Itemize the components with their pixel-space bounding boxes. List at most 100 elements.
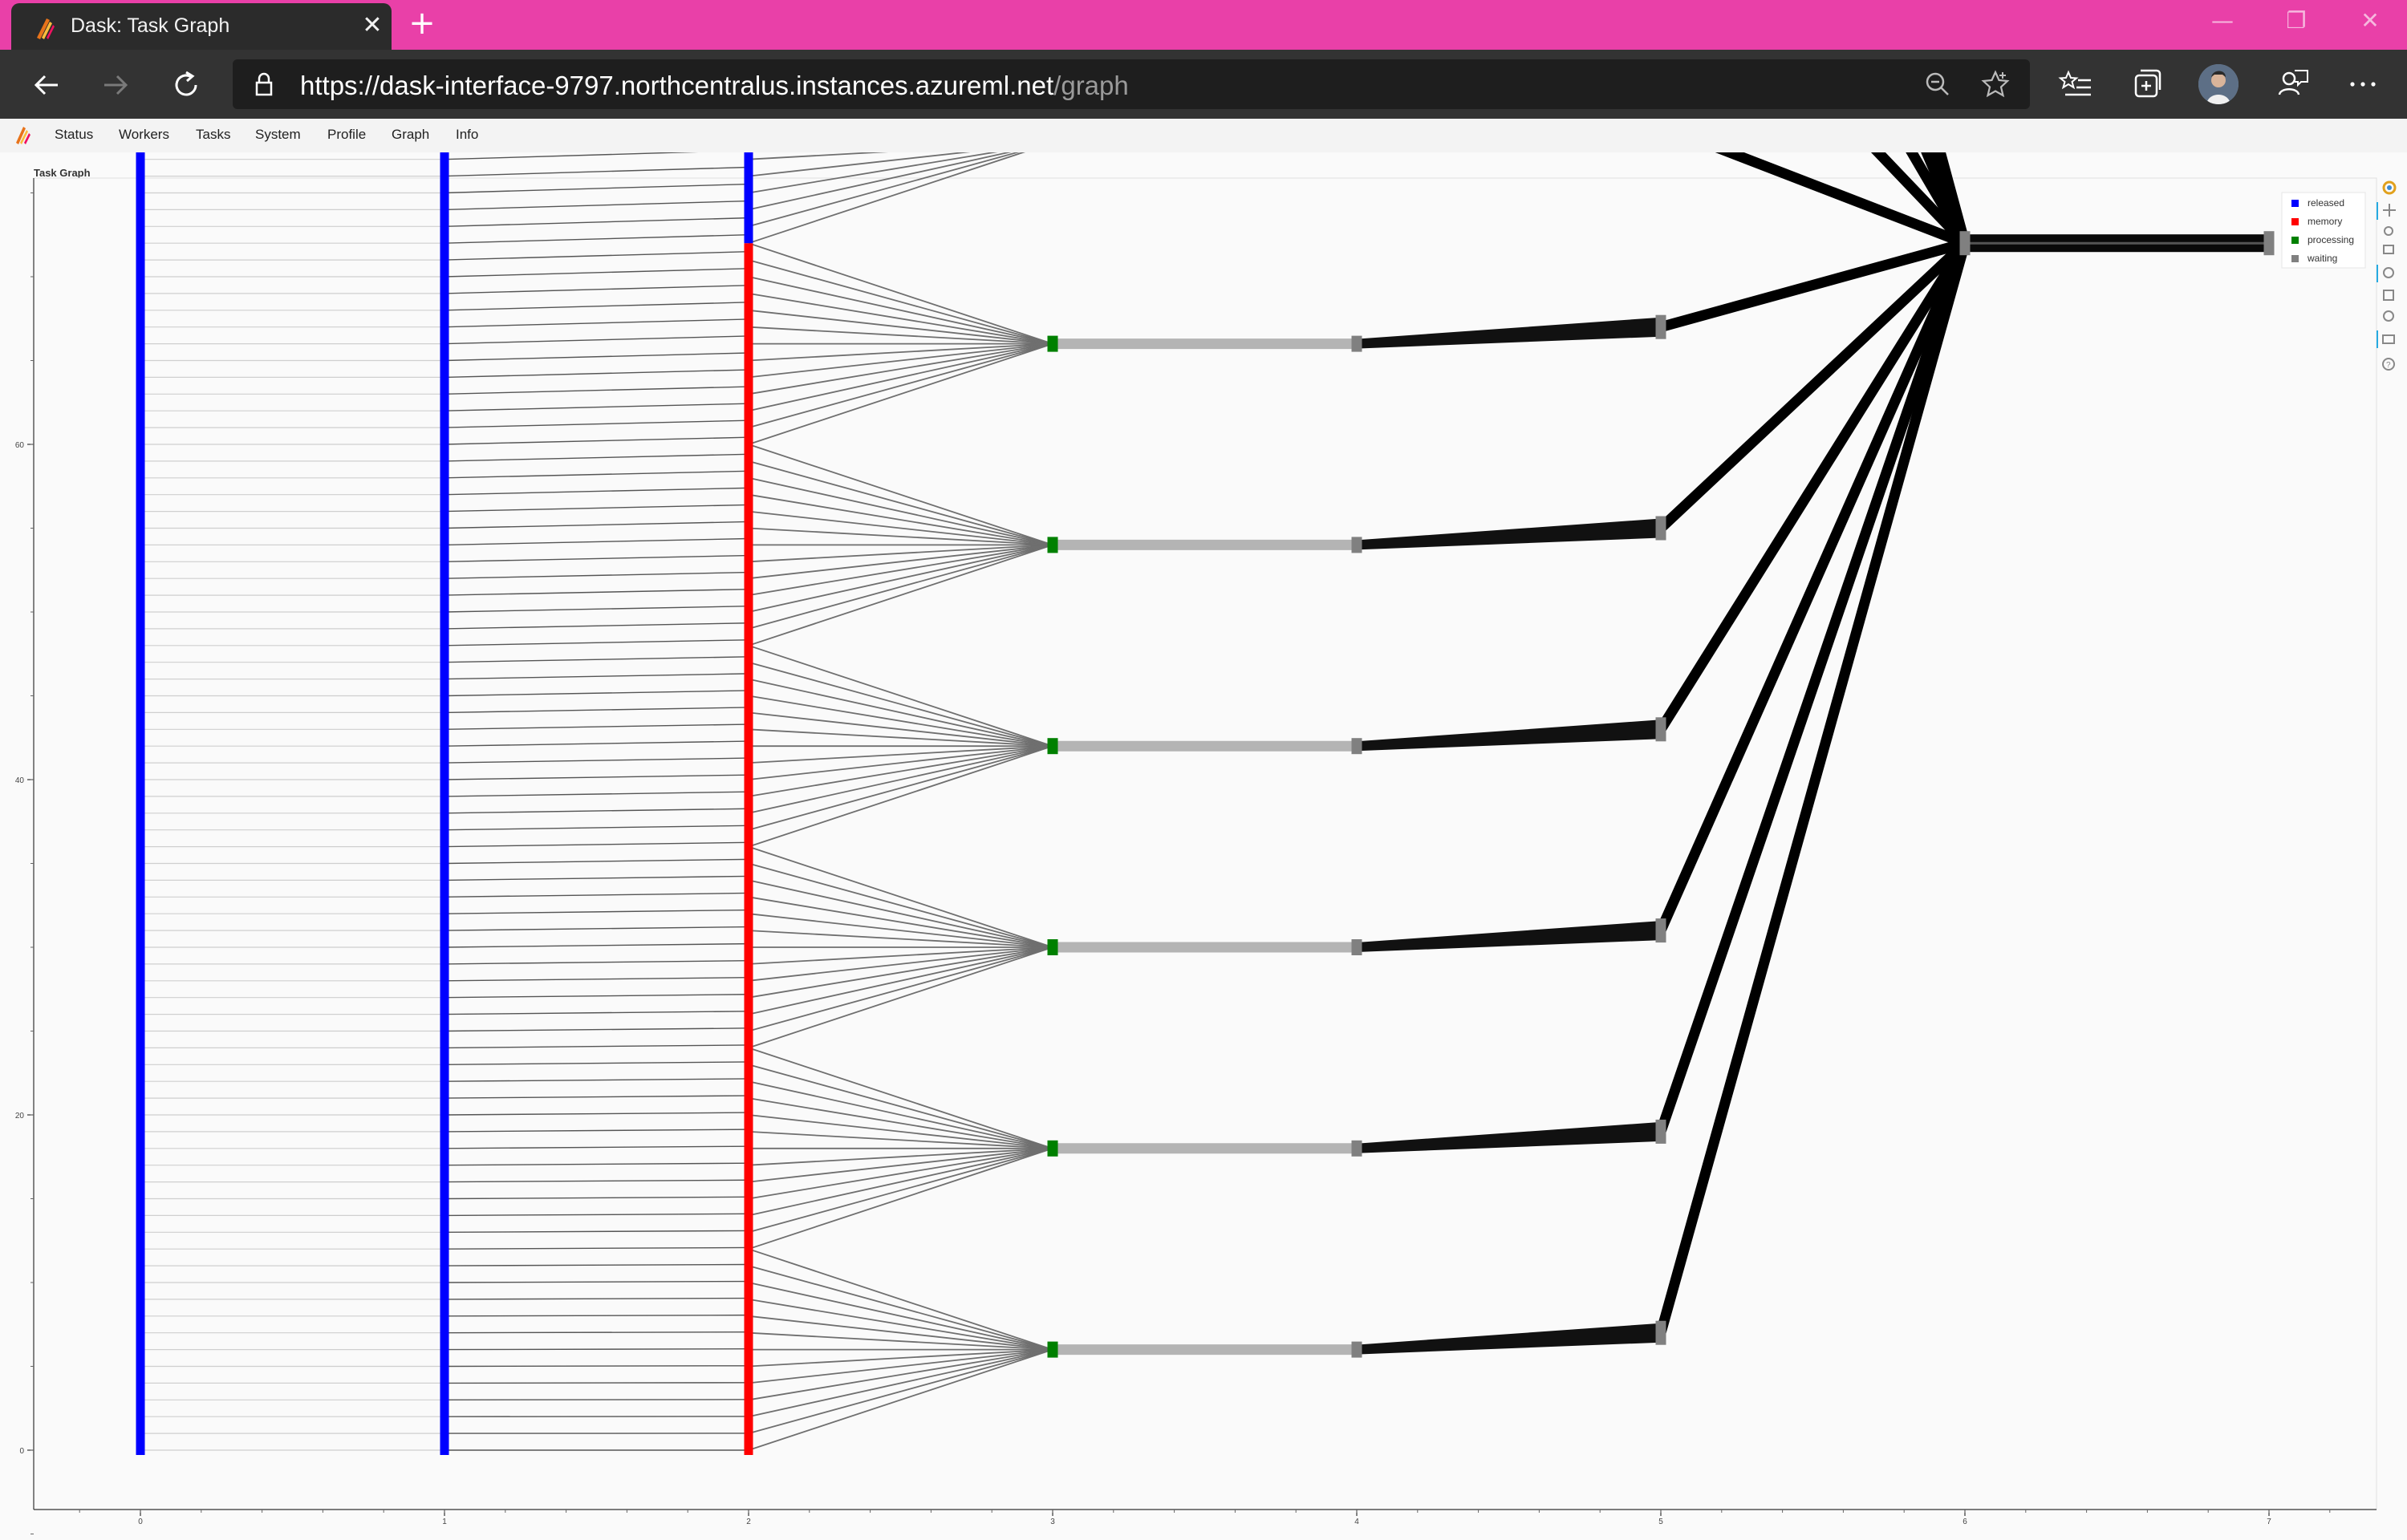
save-icon[interactable] <box>2383 290 2394 301</box>
dask-menubar: Status Workers Tasks System Profile Grap… <box>0 119 2407 153</box>
bokeh-logo-icon[interactable] <box>2382 180 2397 195</box>
new-tab-icon[interactable]: + <box>406 7 438 40</box>
task-graph-chart[interactable]: 01234567020406080100120140 releasedmemor… <box>0 152 2407 1540</box>
more-icon[interactable] <box>2344 66 2381 103</box>
tap-active-indicator <box>2377 265 2378 282</box>
x-tick-label: 7 <box>2267 1518 2271 1526</box>
refresh-icon[interactable] <box>167 66 205 104</box>
legend-label: memory <box>2308 216 2342 227</box>
menu-workers[interactable]: Workers <box>119 127 169 143</box>
edge-layer1-layer2 <box>444 166 749 177</box>
legend-swatch <box>2291 200 2299 207</box>
x-tick-label: 3 <box>1050 1518 1055 1526</box>
task-node <box>1351 1341 1362 1358</box>
edge-layer1-layer2 <box>444 1348 749 1351</box>
legend-swatch <box>2291 237 2299 244</box>
y-tick-label: 40 <box>15 776 25 785</box>
bokeh-toolbar: ? <box>2377 180 2397 371</box>
task-node <box>2263 231 2275 256</box>
menu-profile[interactable]: Profile <box>327 127 366 143</box>
pan-icon[interactable] <box>2383 204 2396 217</box>
task-node <box>1351 939 1362 955</box>
browser-navbar: https://dask-interface-9797.northcentral… <box>0 50 2407 119</box>
help-icon[interactable]: ? <box>2382 358 2395 371</box>
avatar-image <box>2198 64 2239 104</box>
legend-label: released <box>2308 197 2344 209</box>
node-segment-layer-2 <box>744 243 753 1456</box>
restore-icon[interactable]: ❐ <box>2272 5 2320 37</box>
task-node <box>1047 537 1058 553</box>
task-node <box>1047 1341 1058 1358</box>
pan-active-indicator <box>2377 202 2378 220</box>
box-zoom-icon[interactable] <box>2384 226 2393 236</box>
close-window-icon[interactable]: ✕ <box>2346 5 2394 37</box>
y-tick-label: 60 <box>15 441 25 450</box>
favorites-list-icon[interactable] <box>2057 66 2094 103</box>
task-node <box>1351 738 1362 755</box>
task-node <box>1047 738 1058 755</box>
menu-graph[interactable]: Graph <box>392 127 429 143</box>
svg-text:?: ? <box>2386 361 2391 370</box>
reset-icon[interactable] <box>2383 310 2394 322</box>
task-node <box>1047 939 1058 955</box>
x-tick-label: 2 <box>746 1518 751 1526</box>
hover-active-indicator <box>2377 330 2378 348</box>
feedback-icon[interactable] <box>2274 66 2311 103</box>
node-column-layer-1 <box>440 152 449 1455</box>
dask-tab-icon <box>37 18 55 39</box>
tap-icon[interactable] <box>2383 267 2394 278</box>
x-tick-label: 4 <box>1354 1518 1359 1526</box>
task-node <box>1351 335 1362 352</box>
edge-layer1-layer2 <box>444 1365 749 1368</box>
favorite-star-icon[interactable] <box>1980 69 2011 99</box>
task-node <box>1047 1140 1058 1157</box>
x-tick-label: 6 <box>1963 1518 1967 1526</box>
task-node <box>1655 1119 1666 1144</box>
task-node <box>1959 231 1971 256</box>
node-column-layer-0 <box>136 152 145 1455</box>
x-tick-label: 1 <box>442 1518 447 1526</box>
url-host: https://dask-interface-9797.northcentral… <box>300 71 1054 100</box>
lock-icon[interactable] <box>250 71 278 98</box>
task-node <box>1351 537 1362 553</box>
collections-icon[interactable] <box>2128 66 2165 103</box>
y-tick-label: 0 <box>19 1447 24 1456</box>
task-node <box>1655 516 1666 541</box>
node-segment-layer-2 <box>744 152 753 244</box>
task-node <box>1655 1320 1666 1345</box>
legend: released memory processing waiting <box>2281 192 2366 269</box>
zoom-out-icon[interactable] <box>1924 71 1951 98</box>
y-tick-label: 20 <box>15 1112 25 1121</box>
address-bar[interactable]: https://dask-interface-9797.northcentral… <box>233 59 2030 109</box>
task-node <box>1655 717 1666 742</box>
back-icon[interactable] <box>27 66 66 104</box>
minimize-icon[interactable]: — <box>2198 5 2247 37</box>
legend-swatch <box>2291 255 2299 262</box>
legend-label: processing <box>2308 234 2354 245</box>
task-node <box>1047 335 1058 352</box>
profile-avatar[interactable] <box>2198 64 2239 104</box>
browser-tab[interactable]: Dask: Task Graph ✕ <box>11 3 392 50</box>
browser-titlebar: Dask: Task Graph ✕ + — ❐ ✕ <box>0 0 2407 50</box>
menu-system[interactable]: System <box>255 127 301 143</box>
edge-layer1-layer2 <box>444 152 699 160</box>
wheel-zoom-icon[interactable] <box>2383 245 2394 254</box>
url-text[interactable]: https://dask-interface-9797.northcentral… <box>300 71 1129 101</box>
x-tick-label: 0 <box>138 1518 143 1526</box>
menu-info[interactable]: Info <box>456 127 478 143</box>
forward-icon[interactable] <box>96 66 135 104</box>
task-node <box>1655 314 1666 339</box>
edge-layer1-layer2 <box>444 1382 749 1384</box>
legend-label: waiting <box>2307 253 2337 264</box>
dask-logo[interactable] <box>11 124 34 146</box>
tab-title: Dask: Task Graph <box>71 14 230 37</box>
hover-icon[interactable] <box>2382 334 2395 344</box>
legend-swatch <box>2291 218 2299 225</box>
task-node <box>1351 1140 1362 1157</box>
menu-tasks[interactable]: Tasks <box>196 127 230 143</box>
x-tick-label: 5 <box>1658 1518 1663 1526</box>
menu-status[interactable]: Status <box>55 127 93 143</box>
task-node <box>1655 918 1666 943</box>
tab-close-icon[interactable]: ✕ <box>358 11 387 40</box>
url-path: /graph <box>1053 71 1129 100</box>
